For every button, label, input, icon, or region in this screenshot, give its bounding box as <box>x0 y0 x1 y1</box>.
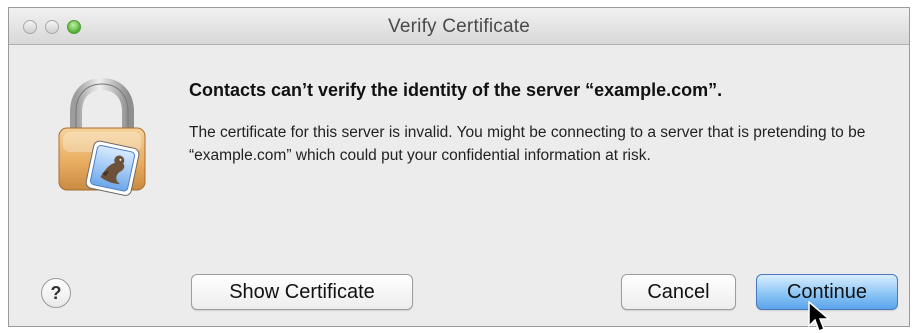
cancel-button[interactable]: Cancel <box>621 274 736 310</box>
alert-heading: Contacts can’t verify the identity of th… <box>189 80 723 100</box>
window-title: Verify Certificate <box>388 16 530 37</box>
verify-certificate-window: Verify Certificate Contacts can’t verify… <box>8 7 910 327</box>
pointer-cursor-icon <box>808 301 831 332</box>
show-certificate-button[interactable]: Show Certificate <box>191 274 413 310</box>
titlebar: Verify Certificate <box>9 8 909 45</box>
lock-with-contacts-icon <box>51 77 153 196</box>
help-icon: ? <box>50 283 62 303</box>
alert-body-text: The certificate for this server is inval… <box>189 124 866 164</box>
help-button[interactable]: ? <box>41 278 71 308</box>
